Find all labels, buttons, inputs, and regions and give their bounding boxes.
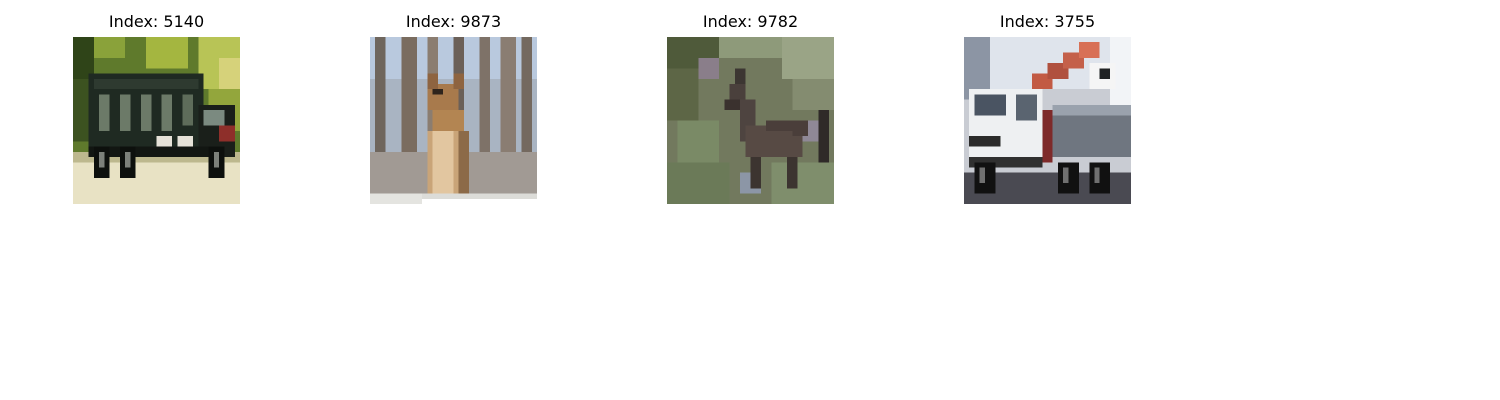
- truck-photo: [964, 37, 1131, 204]
- deer-photo: [667, 37, 834, 204]
- image-title: Index: 9873: [405, 12, 502, 31]
- image-title: Index: 5140: [108, 12, 205, 31]
- image-title: Index: 3755: [999, 12, 1096, 31]
- image-title: Index: 9782: [702, 12, 799, 31]
- truck-photo: [73, 37, 240, 204]
- deer-photo: [370, 37, 537, 204]
